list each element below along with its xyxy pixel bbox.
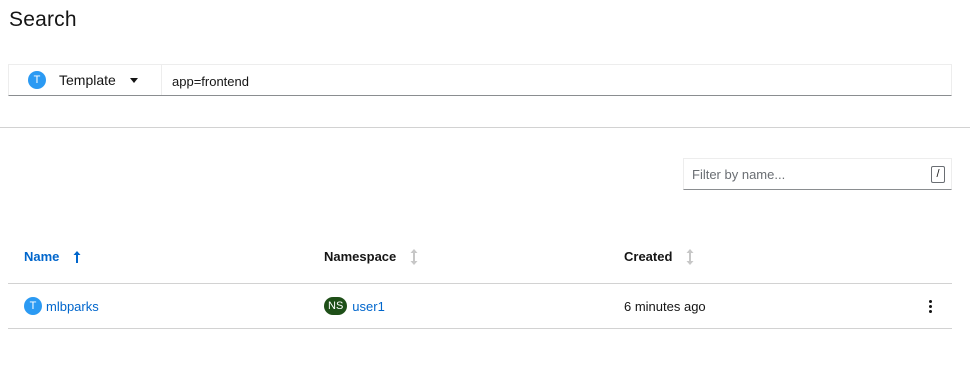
resource-kind-label: Template (59, 72, 116, 88)
caret-down-icon (129, 77, 138, 83)
filter-by-name-input[interactable] (684, 158, 931, 190)
resource-kind-dropdown[interactable]: T Template (9, 65, 162, 95)
template-badge: T (28, 71, 46, 89)
resource-name-link[interactable]: mlbparks (46, 299, 99, 314)
column-header-name[interactable]: Name (8, 249, 308, 264)
sort-unsorted-icon (410, 248, 418, 265)
namespace-link[interactable]: user1 (352, 299, 385, 314)
sort-unsorted-icon (686, 248, 694, 265)
column-header-created[interactable]: Created (608, 248, 908, 265)
created-cell: 6 minutes ago (608, 299, 908, 314)
table-row: T mlbparks NS user1 6 minutes ago (8, 284, 952, 329)
page-title: Search (9, 8, 77, 31)
search-bar: T Template (8, 64, 952, 97)
kebab-menu-icon[interactable] (924, 296, 936, 316)
name-cell: T mlbparks (8, 297, 308, 315)
results-table: Name Namespace Created T mlbparks NS use… (8, 230, 952, 329)
keyboard-shortcut-hint: / (931, 165, 945, 183)
column-header-created-label: Created (624, 249, 673, 264)
namespace-badge: NS (324, 297, 348, 315)
column-header-name-label: Name (24, 249, 60, 264)
filter-box: / (683, 158, 952, 190)
label-search-input[interactable] (162, 65, 951, 97)
column-header-namespace-label: Namespace (324, 249, 397, 264)
namespace-cell: NS user1 (308, 297, 608, 315)
actions-cell (908, 296, 952, 316)
column-header-namespace[interactable]: Namespace (308, 248, 608, 265)
section-divider (0, 127, 970, 128)
sort-ascending-icon (73, 250, 81, 263)
table-header-row: Name Namespace Created (8, 230, 952, 284)
template-badge: T (24, 297, 42, 315)
created-timestamp: 6 minutes ago (624, 298, 706, 314)
